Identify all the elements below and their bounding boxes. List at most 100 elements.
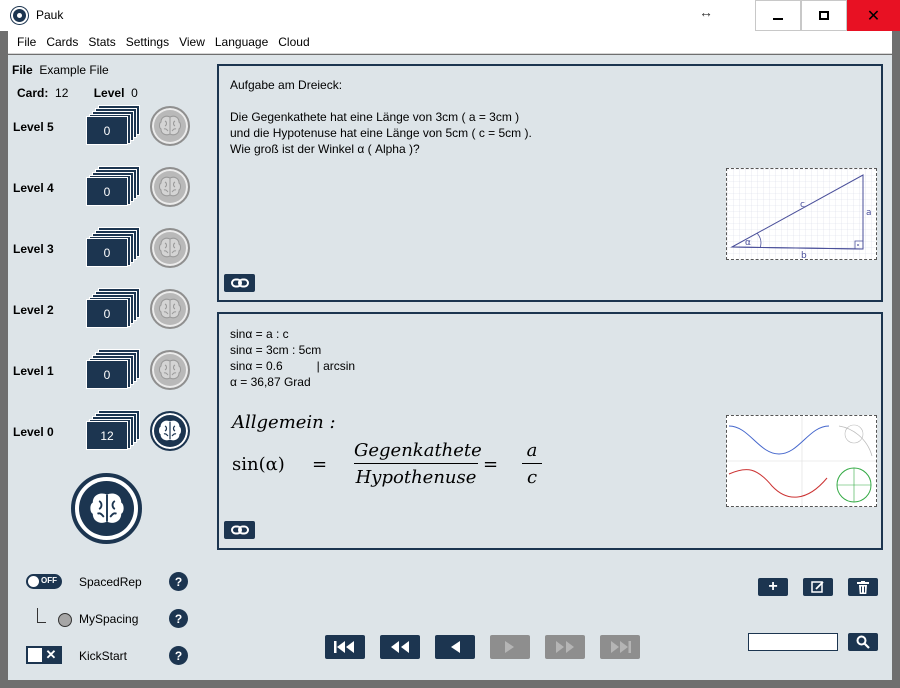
card-count: 0 xyxy=(86,360,128,389)
formula-fraction: Gegenkathete Hypothenuse xyxy=(354,440,482,488)
menu-language[interactable]: Language xyxy=(210,31,273,54)
skip-last-icon xyxy=(611,641,631,653)
sine-wave-image[interactable] xyxy=(726,415,877,507)
answer-text: sinα = a : c sinα = 3cm : 5cm sinα = 0.6… xyxy=(230,326,355,390)
minimize-button[interactable] xyxy=(755,0,801,31)
file-info: File Example File xyxy=(12,63,109,77)
add-card-button[interactable]: + xyxy=(758,578,788,596)
first-card-button[interactable] xyxy=(325,635,365,659)
formula-fraction-short: a c xyxy=(522,440,542,488)
main-area: File Example File Card: 12 Level 0 Level… xyxy=(8,55,892,680)
previous-card-button[interactable] xyxy=(435,635,475,659)
close-button[interactable]: ✕ xyxy=(847,0,900,31)
level-row-4: Level 4 0 xyxy=(13,166,193,211)
menu-view[interactable]: View xyxy=(174,31,210,54)
brain-icon xyxy=(89,493,124,523)
card-count: 0 xyxy=(86,116,128,145)
pauk-app-icon xyxy=(11,7,28,24)
search-button[interactable] xyxy=(848,633,878,651)
skip-first-icon xyxy=(334,641,354,653)
help-icon[interactable]: ? xyxy=(169,572,188,591)
file-name: Example File xyxy=(39,63,109,77)
level-row-2: Level 2 0 xyxy=(13,288,193,333)
level-label: Level 3 xyxy=(13,242,54,256)
spacedrep-label: SpacedRep xyxy=(79,575,142,589)
myspacing-label: MySpacing xyxy=(79,612,139,626)
level-row-5: Level 5 0 xyxy=(13,105,193,150)
level-label: Level 5 xyxy=(13,120,54,134)
title-bar: Pauk ↔ ✕ xyxy=(0,0,900,31)
close-icon: ✕ xyxy=(866,7,881,25)
fast-forward-icon xyxy=(556,641,574,653)
card-stack[interactable]: 0 xyxy=(86,288,141,328)
card-stack[interactable]: 0 xyxy=(86,227,141,267)
fraction-numerator: a xyxy=(522,440,542,464)
link-icon xyxy=(230,278,249,288)
card-count: 0 xyxy=(86,177,128,206)
kickstart-row: ✕ KickStart ? xyxy=(26,645,196,667)
menu-stats[interactable]: Stats xyxy=(83,31,120,54)
card-count: 0 xyxy=(86,238,128,267)
card-value: 12 xyxy=(55,86,69,100)
answer-panel[interactable]: sinα = a : c sinα = 3cm : 5cm sinα = 0.6… xyxy=(217,312,883,550)
card-stack[interactable]: 0 xyxy=(86,105,141,145)
brain-icon[interactable] xyxy=(150,106,190,146)
formula-equals: = xyxy=(483,454,499,475)
double-arrow-icon[interactable]: ↔ xyxy=(699,4,713,20)
search-input[interactable] xyxy=(748,633,838,651)
menu-cloud[interactable]: Cloud xyxy=(273,31,314,54)
rewind-button[interactable] xyxy=(380,635,420,659)
fraction-denominator: c xyxy=(526,467,538,488)
question-line: Aufgabe am Dreieck: xyxy=(230,78,343,92)
menu-settings[interactable]: Settings xyxy=(121,31,174,54)
link-icon xyxy=(230,525,249,535)
previous-icon xyxy=(451,641,460,653)
edit-icon xyxy=(811,581,824,593)
link-button[interactable] xyxy=(224,274,255,292)
card-count: 12 xyxy=(86,421,128,450)
edit-card-button[interactable] xyxy=(803,578,833,596)
x-icon: ✕ xyxy=(42,648,60,662)
brain-icon[interactable] xyxy=(150,228,190,268)
question-text: Aufgabe am Dreieck: Die Gegenkathete hat… xyxy=(230,77,532,157)
file-label: File xyxy=(12,63,33,77)
brain-icon[interactable] xyxy=(150,167,190,207)
question-panel[interactable]: Aufgabe am Dreieck: Die Gegenkathete hat… xyxy=(217,64,883,302)
delete-card-button[interactable] xyxy=(848,578,878,596)
minimize-icon xyxy=(773,17,783,20)
spacedrep-row: OFF SpacedRep ? xyxy=(26,571,196,593)
card-info: Card: 12 Level 0 xyxy=(17,86,138,100)
card-stack[interactable]: 12 xyxy=(86,410,141,450)
last-card-button[interactable] xyxy=(600,635,640,659)
formula-heading: Allgemein : xyxy=(232,412,336,433)
myspacing-radio[interactable] xyxy=(58,613,72,627)
search-icon xyxy=(856,635,870,649)
next-card-button[interactable] xyxy=(490,635,530,659)
menu-cards[interactable]: Cards xyxy=(41,31,83,54)
fast-forward-button[interactable] xyxy=(545,635,585,659)
menu-file[interactable]: File xyxy=(8,31,41,54)
question-line: Wie groß ist der Winkel α ( Alpha )? xyxy=(230,142,420,156)
help-icon[interactable]: ? xyxy=(169,646,188,665)
big-brain-button[interactable] xyxy=(71,473,142,544)
help-icon[interactable]: ? xyxy=(169,609,188,628)
card-stack[interactable]: 0 xyxy=(86,349,141,389)
answer-line: sinα = 0.6 | arcsin xyxy=(230,358,355,374)
level-label: Level 1 xyxy=(13,364,54,378)
answer-line-note: | arcsin xyxy=(316,359,356,373)
link-button[interactable] xyxy=(224,521,255,539)
card-stack[interactable]: 0 xyxy=(86,166,141,206)
brain-icon[interactable] xyxy=(150,350,190,390)
spacedrep-toggle[interactable]: OFF xyxy=(26,574,62,589)
maximize-button[interactable] xyxy=(801,0,847,31)
brain-icon[interactable] xyxy=(150,411,190,451)
level-row-3: Level 3 0 xyxy=(13,227,193,272)
label-a: a xyxy=(866,208,872,218)
level-row-0: Level 0 12 xyxy=(13,410,193,455)
level-value: 0 xyxy=(131,86,138,100)
card-count: 0 xyxy=(86,299,128,328)
brain-icon[interactable] xyxy=(150,289,190,329)
triangle-image[interactable]: c a b α xyxy=(726,168,877,261)
card-label: Card: xyxy=(17,86,49,100)
kickstart-toggle[interactable]: ✕ xyxy=(26,646,62,664)
